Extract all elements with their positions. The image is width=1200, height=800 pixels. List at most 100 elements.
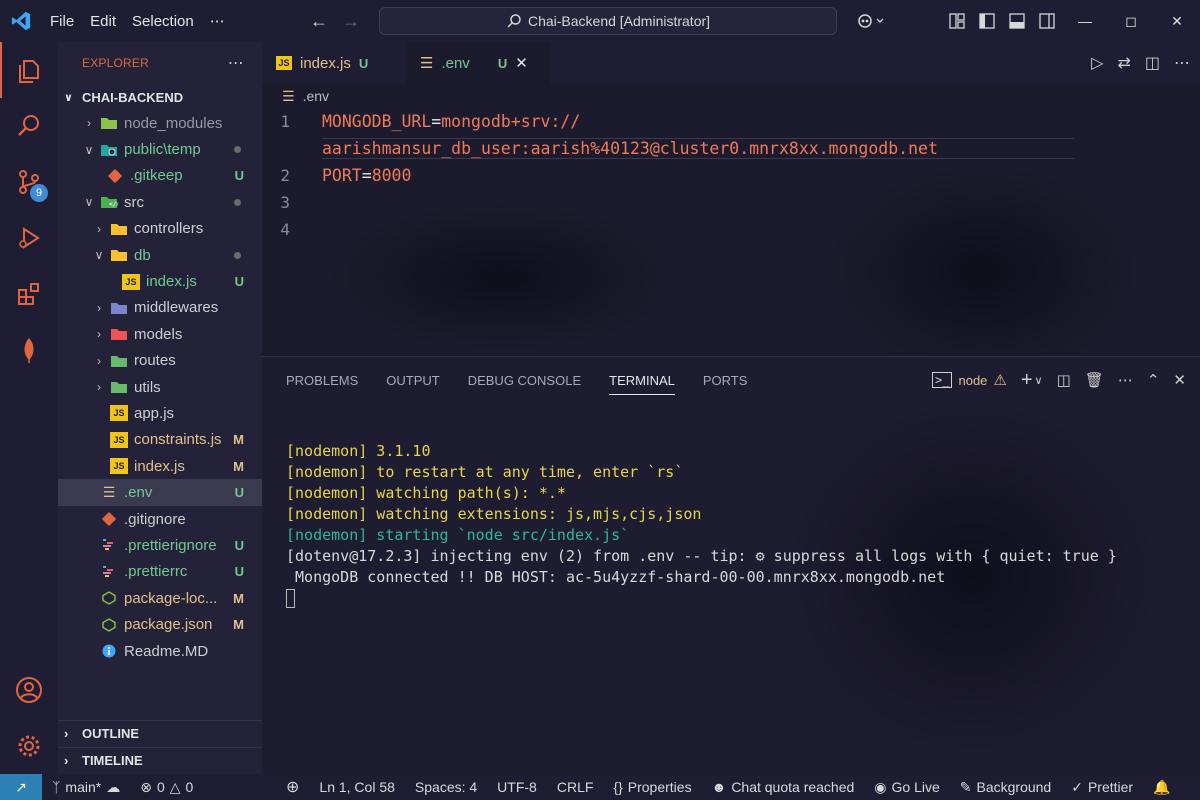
timeline-label: TIMELINE xyxy=(82,753,143,768)
cursor-position[interactable]: Ln 1, Col 58 xyxy=(309,779,405,795)
tab-index-js[interactable]: JS index.js U xyxy=(262,42,406,84)
tree-item-db-index-js[interactable]: JS index.js U xyxy=(58,268,262,294)
tree-item-prettierrc[interactable]: .prettierrc U xyxy=(58,559,262,585)
prettier-button[interactable]: ✓ Prettier xyxy=(1061,779,1143,796)
timeline-section[interactable]: › TIMELINE xyxy=(58,747,262,773)
command-center[interactable]: Chai-Backend [Administrator] xyxy=(379,7,837,35)
project-root[interactable]: ∨ CHAI-BACKEND xyxy=(58,84,262,110)
menu-more-icon[interactable]: ⋯ xyxy=(202,12,233,30)
menu-selection[interactable]: Selection xyxy=(124,13,202,30)
terminal-output[interactable]: [nodemon] 3.1.10 [nodemon] to restart at … xyxy=(286,441,1117,609)
zoom-icon[interactable]: ⊕ xyxy=(276,777,309,797)
tab-ports[interactable]: PORTS xyxy=(703,373,748,388)
terminal-name[interactable]: node xyxy=(958,373,987,388)
tree-item-readme[interactable]: Readme.MD xyxy=(58,638,262,664)
tree-item-src-index-js[interactable]: JS index.js M xyxy=(58,453,262,479)
tree-item-package-lock[interactable]: package-loc... M xyxy=(58,585,262,611)
tab-terminal[interactable]: TERMINAL xyxy=(609,373,675,395)
indentation[interactable]: Spaces: 4 xyxy=(405,779,487,795)
remote-icon[interactable]: ↗ xyxy=(0,774,42,800)
tree-item-package-json[interactable]: package.json M xyxy=(58,611,262,637)
terminal-text: [dotenv@17.2.3] injecting env (2) from .… xyxy=(286,547,756,565)
copilot-icon[interactable] xyxy=(850,0,894,42)
tree-item-prettierignore[interactable]: .prettierignore U xyxy=(58,532,262,558)
language-label: Properties xyxy=(627,779,692,795)
outline-section[interactable]: › OUTLINE xyxy=(58,720,262,746)
tree-item-app-js[interactable]: JS app.js xyxy=(58,400,262,426)
new-terminal-icon[interactable]: + xyxy=(1021,369,1033,392)
tab-output[interactable]: OUTPUT xyxy=(386,373,439,388)
compare-changes-icon[interactable]: ⇄ xyxy=(1117,53,1130,73)
explorer-sidebar: EXPLORER ⋯ ∨ CHAI-BACKEND › node_modules… xyxy=(58,42,262,774)
git-file-icon xyxy=(106,168,124,184)
tree-item-src[interactable]: ∨ </> src xyxy=(58,189,262,215)
tab-problems[interactable]: PROBLEMS xyxy=(286,373,358,388)
toggle-panel-icon[interactable] xyxy=(1002,0,1032,42)
breadcrumb[interactable]: ☰ .env xyxy=(262,84,1200,108)
tree-item-env[interactable]: ☰ .env U xyxy=(58,479,262,506)
tree-item-models[interactable]: › models xyxy=(58,321,262,347)
notifications-bell-icon[interactable]: 🔔 xyxy=(1143,779,1180,796)
run-debug-icon[interactable] xyxy=(0,210,58,266)
chat-status[interactable]: ☻ Chat quota reached xyxy=(702,779,865,795)
tree-item-routes[interactable]: › routes xyxy=(58,348,262,374)
maximize-icon[interactable]: ◻ xyxy=(1108,0,1154,42)
customize-layout-icon[interactable] xyxy=(942,0,972,42)
tree-item-middlewares[interactable]: › middlewares xyxy=(58,295,262,321)
status-badge: M xyxy=(233,432,244,448)
folder-middleware-icon xyxy=(110,300,128,316)
manage-gear-icon[interactable] xyxy=(0,718,58,774)
more-actions-icon[interactable]: ⋯ xyxy=(1118,371,1133,389)
branch-name: main* xyxy=(65,779,102,795)
tab-debug-console[interactable]: DEBUG CONSOLE xyxy=(468,373,581,388)
source-control-icon[interactable]: 9 xyxy=(0,154,58,210)
env-value: mongodb+srv:// xyxy=(441,112,581,131)
close-tab-icon[interactable]: ✕ xyxy=(515,54,528,72)
forward-arrow-icon[interactable]: → xyxy=(342,11,360,32)
outline-label: OUTLINE xyxy=(82,726,140,741)
tree-item-controllers[interactable]: › controllers xyxy=(58,216,262,242)
trash-icon[interactable]: 🗑 xyxy=(1085,371,1104,389)
line-ending[interactable]: CRLF xyxy=(547,779,604,795)
maximize-panel-icon[interactable]: ⌃ xyxy=(1147,371,1160,389)
split-terminal-icon[interactable]: ◫ xyxy=(1057,371,1071,389)
tree-item-utils[interactable]: › utils xyxy=(58,374,262,400)
back-arrow-icon[interactable]: ← xyxy=(310,11,328,32)
tree-item-node-modules[interactable]: › node_modules xyxy=(58,110,262,136)
menu-edit[interactable]: Edit xyxy=(82,13,124,30)
info-file-icon xyxy=(100,643,118,659)
toggle-sidebar-icon[interactable] xyxy=(972,0,1002,42)
problems-indicator[interactable]: ⊗ 0 △ 0 xyxy=(130,779,203,796)
tree-item-gitignore[interactable]: .gitignore xyxy=(58,506,262,532)
tab-status: U xyxy=(358,55,369,71)
chevron-down-icon[interactable]: ∨ xyxy=(1035,374,1043,387)
close-panel-icon[interactable]: ✕ xyxy=(1173,371,1186,389)
minimize-icon[interactable]: — xyxy=(1062,0,1108,42)
explorer-icon[interactable] xyxy=(0,42,58,98)
split-editor-icon[interactable]: ◫ xyxy=(1145,53,1160,73)
menu-file[interactable]: File xyxy=(42,13,82,30)
tree-item-db[interactable]: ∨ db xyxy=(58,242,262,268)
encoding[interactable]: UTF-8 xyxy=(487,779,547,795)
extensions-icon[interactable] xyxy=(0,266,58,322)
tree-item-public-temp[interactable]: ∨ public\temp xyxy=(58,136,262,162)
terminal-line: [nodemon] to restart at any time, enter … xyxy=(286,463,684,481)
tree-item-constraints-js[interactable]: JS constraints.js M xyxy=(58,427,262,453)
git-branch[interactable]: ᛉ main* ☁ xyxy=(42,779,130,796)
toggle-secondary-sidebar-icon[interactable] xyxy=(1032,0,1062,42)
status-badge: U xyxy=(234,537,244,553)
more-actions-icon[interactable]: ⋯ xyxy=(1174,53,1190,73)
run-icon[interactable]: ▷ xyxy=(1091,53,1103,73)
search-icon xyxy=(506,13,522,29)
explorer-more-icon[interactable]: ⋯ xyxy=(228,53,244,73)
accounts-icon[interactable] xyxy=(0,662,58,718)
tree-item-gitkeep[interactable]: .gitkeep U xyxy=(58,163,262,189)
close-window-icon[interactable]: ✕ xyxy=(1154,0,1200,42)
background-button[interactable]: ✎ Background xyxy=(950,779,1061,796)
mongodb-leaf-icon[interactable] xyxy=(0,322,58,378)
svg-text:</>: </> xyxy=(109,201,118,208)
tab-env[interactable]: ☰ .env U ✕ xyxy=(406,42,550,84)
search-view-icon[interactable] xyxy=(0,98,58,154)
go-live-button[interactable]: ◉ Go Live xyxy=(864,779,949,796)
language-mode[interactable]: {} Properties xyxy=(603,779,701,795)
